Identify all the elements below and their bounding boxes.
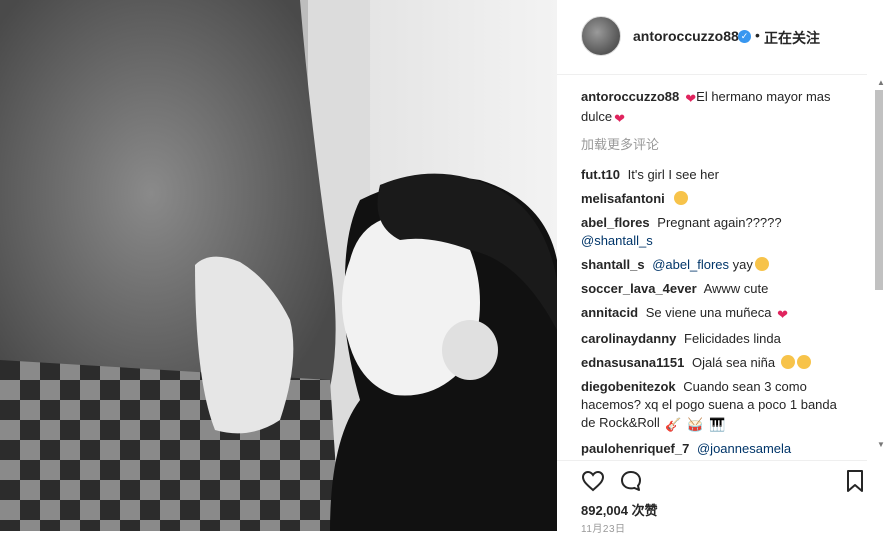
- heart-emoji-icon: ❤: [614, 111, 625, 126]
- follow-status-button[interactable]: 正在关注: [764, 28, 820, 48]
- avatar[interactable]: [581, 16, 621, 56]
- post-date[interactable]: 11月23日: [581, 520, 626, 535]
- drum-emoji-icon: 🥁: [687, 417, 704, 432]
- guitar-emoji-icon: 🎸: [665, 417, 682, 432]
- comment: diegobenitezok Cuando sean 3 como hacemo…: [581, 378, 851, 434]
- post-side-panel: antoroccuzzo88 ✓ • 正在关注 antoroccuzzo88 ❤E…: [557, 0, 889, 535]
- comment-icon[interactable]: [619, 469, 643, 493]
- load-more-comments-button[interactable]: 加载更多评论: [581, 136, 851, 154]
- comment-username[interactable]: fut.t10: [581, 167, 620, 182]
- comment-mention[interactable]: @joannesamela: [697, 441, 791, 456]
- comment: annitacid Se viene una muñeca ❤: [581, 304, 851, 324]
- header-username[interactable]: antoroccuzzo88: [633, 28, 739, 44]
- comment-username[interactable]: soccer_lava_4ever: [581, 281, 697, 296]
- heart-eyes-emoji-icon: [754, 257, 769, 271]
- comment-text: yay: [732, 257, 753, 272]
- photo-image: [0, 0, 557, 531]
- comment: ednasusana1151 Ojalá sea niña: [581, 354, 851, 372]
- comment-text: Ojalá sea niña: [691, 355, 776, 370]
- comments-list: antoroccuzzo88 ❤El hermano mayor mas dulc…: [581, 88, 851, 458]
- heart-emoji-icon: ❤: [685, 91, 697, 106]
- scrollbar-thumb[interactable]: [875, 90, 883, 290]
- face-emoji-icon: [780, 355, 795, 369]
- face-emoji-icon: [674, 191, 689, 205]
- comment: shantall_s @abel_flores yay: [581, 256, 851, 274]
- comment: melisafantoni: [581, 190, 851, 208]
- comment: fut.t10 It's girl I see her: [581, 166, 851, 184]
- comment-username[interactable]: shantall_s: [581, 257, 645, 272]
- header-separator: •: [755, 27, 760, 43]
- bookmark-icon[interactable]: [843, 469, 867, 493]
- face-emoji-icon: [796, 355, 811, 369]
- heart-emoji-icon: ❤: [777, 307, 788, 322]
- comment-username[interactable]: diegobenitezok: [581, 379, 676, 394]
- caption: antoroccuzzo88 ❤El hermano mayor mas dulc…: [581, 88, 851, 128]
- post-photo[interactable]: [0, 0, 557, 531]
- comment-username[interactable]: melisafantoni: [581, 191, 665, 206]
- comment-mention[interactable]: @shantall_s: [581, 233, 653, 248]
- comment-text: It's girl I see her: [627, 167, 719, 182]
- scroll-down-icon[interactable]: ▼: [877, 440, 885, 449]
- post-header: antoroccuzzo88 ✓ • 正在关注: [557, 0, 867, 75]
- caption-text-1: El hermano mayor mas: [696, 89, 831, 104]
- comment-username[interactable]: abel_flores: [581, 215, 650, 230]
- comment-username[interactable]: ednasusana1151: [581, 355, 684, 370]
- comment-text: Felicidades linda: [684, 331, 781, 346]
- post-actions: [557, 460, 867, 501]
- comment-username[interactable]: carolinaydanny: [581, 331, 676, 346]
- verified-badge-icon: ✓: [738, 30, 751, 43]
- caption-username[interactable]: antoroccuzzo88: [581, 89, 679, 104]
- comment-text: Pregnant again?????: [657, 215, 782, 230]
- caption-text-2: dulce: [581, 109, 613, 124]
- comment-username[interactable]: paulohenriquef_7: [581, 441, 689, 456]
- comment-text: Awww cute: [703, 281, 769, 296]
- likes-count[interactable]: 892,004 次赞: [581, 500, 658, 519]
- comment: abel_flores Pregnant again????? @shantal…: [581, 214, 851, 250]
- comment: carolinaydanny Felicidades linda: [581, 330, 851, 348]
- comment-mention[interactable]: @abel_flores: [652, 257, 729, 272]
- heart-icon[interactable]: [581, 469, 605, 493]
- comment: soccer_lava_4ever Awww cute: [581, 280, 851, 298]
- comment: paulohenriquef_7 @joannesamela: [581, 440, 851, 458]
- comment-username[interactable]: annitacid: [581, 305, 638, 320]
- piano-emoji-icon: 🎹: [709, 417, 726, 432]
- scroll-up-icon[interactable]: ▲: [877, 78, 885, 87]
- comment-text: Se viene una muñeca: [645, 305, 772, 320]
